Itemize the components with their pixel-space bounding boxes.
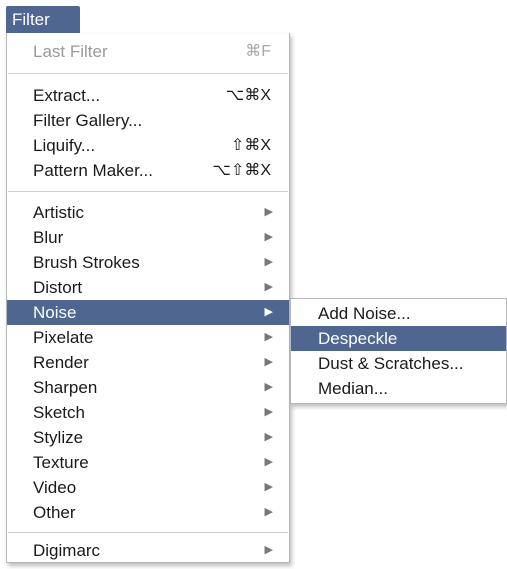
menu-item-brush-strokes[interactable]: Brush Strokes ▶ <box>7 250 289 275</box>
menu-item-label: Despeckle <box>318 329 398 348</box>
submenu-arrow-icon: ▶ <box>264 431 273 443</box>
menu-item-other[interactable]: Other ▶ <box>7 500 289 525</box>
menu-item-label: Filter Gallery... <box>33 111 143 130</box>
menu-separator <box>8 73 288 74</box>
menu-item-label: Blur <box>33 228 64 247</box>
menu-item-filter-gallery[interactable]: Filter Gallery... <box>7 108 289 133</box>
menu-item-stylize[interactable]: Stylize ▶ <box>7 425 289 450</box>
menu-item-liquify[interactable]: Liquify... ⇧⌘X <box>7 133 289 158</box>
menu-item-label: Stylize <box>33 428 84 447</box>
menu-item-label: Brush Strokes <box>33 253 140 272</box>
menu-item-distort[interactable]: Distort ▶ <box>7 275 289 300</box>
menu-item-label: Artistic <box>33 203 84 222</box>
submenu-arrow-icon: ▶ <box>264 331 273 343</box>
menu-item-label: Liquify... <box>33 136 96 155</box>
submenu-item-dust-scratches[interactable]: Dust & Scratches... <box>291 351 506 376</box>
submenu-arrow-icon: ▶ <box>264 544 273 556</box>
menu-item-texture[interactable]: Texture ▶ <box>7 450 289 475</box>
menu-item-label: Pattern Maker... <box>33 161 153 180</box>
submenu-arrow-icon: ▶ <box>264 256 273 268</box>
menu-item-shortcut: ⇧⌘X <box>230 137 271 154</box>
menu-separator <box>8 191 288 192</box>
menu-item-pixelate[interactable]: Pixelate ▶ <box>7 325 289 350</box>
menu-item-sharpen[interactable]: Sharpen ▶ <box>7 375 289 400</box>
filter-menu-title[interactable]: Filter <box>6 6 80 34</box>
menu-separator <box>8 532 288 533</box>
menu-item-digimarc[interactable]: Digimarc ▶ <box>7 538 289 563</box>
menu-item-sketch[interactable]: Sketch ▶ <box>7 400 289 425</box>
submenu-item-median[interactable]: Median... <box>291 376 506 401</box>
submenu-arrow-icon: ▶ <box>264 306 273 318</box>
menu-item-shortcut: ⌥⌘X <box>225 87 271 104</box>
menu-item-pattern-maker[interactable]: Pattern Maker... ⌥⇧⌘X <box>7 158 289 183</box>
menu-item-label: Pixelate <box>33 328 94 347</box>
menu-item-label: Extract... <box>33 86 101 105</box>
menu-screen: Filter Last Filter ⌘F Extract... ⌥⌘X Fil… <box>0 0 507 569</box>
menu-item-blur[interactable]: Blur ▶ <box>7 225 289 250</box>
menu-item-label: Other <box>33 503 76 522</box>
menu-item-label: Noise <box>33 303 77 322</box>
submenu-arrow-icon: ▶ <box>264 481 273 493</box>
menu-item-shortcut: ⌥⇧⌘X <box>212 162 271 179</box>
submenu-item-despeckle[interactable]: Despeckle <box>291 326 506 351</box>
menu-item-label: Sharpen <box>33 378 98 397</box>
menu-item-label: Dust & Scratches... <box>318 354 464 373</box>
menu-item-label: Last Filter <box>33 42 108 61</box>
menu-item-shortcut: ⌘F <box>245 43 271 60</box>
submenu-arrow-icon: ▶ <box>264 381 273 393</box>
submenu-arrow-icon: ▶ <box>264 356 273 368</box>
filter-menu: Last Filter ⌘F Extract... ⌥⌘X Filter Gal… <box>6 33 290 563</box>
submenu-item-add-noise[interactable]: Add Noise... <box>291 301 506 326</box>
menu-item-label: Add Noise... <box>318 304 411 323</box>
menu-item-label: Digimarc <box>33 541 101 560</box>
menu-item-extract[interactable]: Extract... ⌥⌘X <box>7 83 289 108</box>
menu-item-label: Texture <box>33 453 89 472</box>
submenu-arrow-icon: ▶ <box>264 406 273 418</box>
menu-item-label: Distort <box>33 278 83 297</box>
submenu-arrow-icon: ▶ <box>264 231 273 243</box>
noise-submenu: Add Noise... Despeckle Dust & Scratches.… <box>290 298 507 404</box>
menu-item-label: Median... <box>318 379 388 398</box>
menu-item-artistic[interactable]: Artistic ▶ <box>7 200 289 225</box>
submenu-arrow-icon: ▶ <box>264 456 273 468</box>
menu-item-video[interactable]: Video ▶ <box>7 475 289 500</box>
menu-item-label: Render <box>33 353 89 372</box>
menu-item-noise[interactable]: Noise ▶ <box>7 300 289 325</box>
menu-item-last-filter: Last Filter ⌘F <box>7 39 289 64</box>
menu-item-label: Video <box>33 478 77 497</box>
menu-item-label: Sketch <box>33 403 85 422</box>
submenu-arrow-icon: ▶ <box>264 506 273 518</box>
submenu-arrow-icon: ▶ <box>264 281 273 293</box>
menu-item-render[interactable]: Render ▶ <box>7 350 289 375</box>
submenu-arrow-icon: ▶ <box>264 206 273 218</box>
